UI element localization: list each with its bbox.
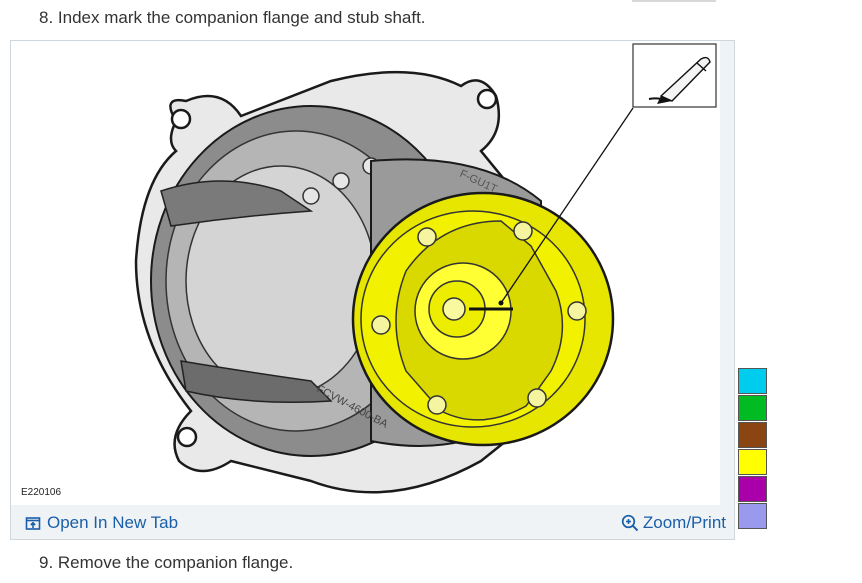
flange-bolt-hole — [371, 315, 391, 335]
color-swatch[interactable] — [738, 395, 767, 421]
flange-bolt-hole — [527, 388, 547, 408]
flange-bolt-hole — [513, 221, 533, 241]
mounting-hole — [476, 88, 498, 110]
flange-bolt-hole — [417, 227, 437, 247]
mounting-hole — [170, 108, 192, 130]
figure-footer: Open In New Tab Zoom/Print — [11, 505, 734, 539]
open-in-new-tab-label: Open In New Tab — [47, 513, 179, 532]
figure-id-label: E220106 — [21, 487, 62, 498]
zoom-print-label: Zoom/Print — [642, 513, 726, 532]
open-in-new-tab-icon — [25, 517, 41, 530]
differential-housing-illustration: F-GU1T FCVW-4600-BA — [134, 43, 717, 494]
color-swatch[interactable] — [738, 449, 767, 475]
flange-bolt-hole — [427, 395, 447, 415]
color-swatch[interactable] — [738, 476, 767, 502]
companion-flange — [351, 191, 615, 447]
flange-bolt-hole — [567, 301, 587, 321]
step-9-instruction: 9. Remove the companion flange. — [39, 553, 294, 572]
figure-illustration[interactable]: F-GU1T FCVW-4600-BA E220106 — [11, 41, 720, 505]
mounting-hole — [176, 426, 198, 448]
color-swatch-palette — [738, 368, 767, 530]
color-swatch[interactable] — [738, 368, 767, 394]
top-divider — [632, 0, 716, 2]
color-swatch[interactable] — [738, 422, 767, 448]
zoom-print-link[interactable]: Zoom/Print — [621, 513, 726, 533]
figure-panel: F-GU1T FCVW-4600-BA E220106 Open In New … — [10, 40, 735, 540]
color-swatch[interactable] — [738, 503, 767, 529]
open-in-new-tab-link[interactable]: Open In New Tab — [25, 513, 178, 533]
magnifier-plus-icon — [621, 514, 639, 532]
step-8-instruction: 8. Index mark the companion flange and s… — [39, 8, 426, 27]
marker-pen-icon — [632, 43, 717, 108]
